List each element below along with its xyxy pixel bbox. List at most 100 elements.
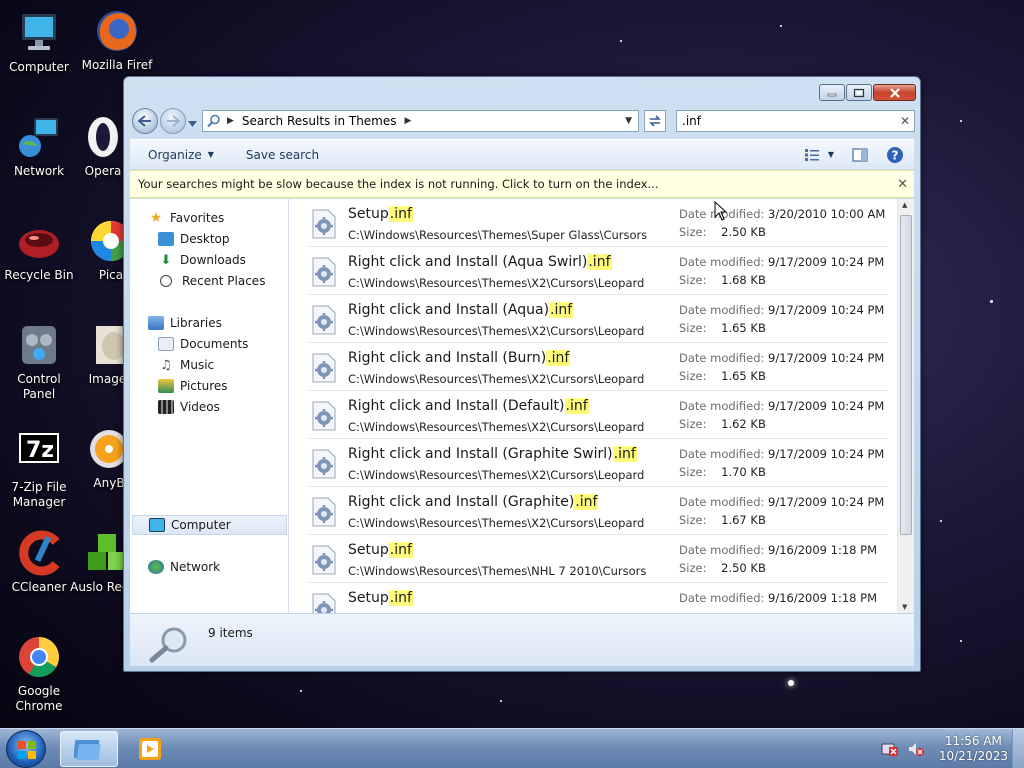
result-file-name[interactable]: Right click and Install (Burn).inf <box>348 350 571 366</box>
setup-information-file-icon <box>310 305 338 335</box>
search-result-row[interactable]: Right click and Install (Graphite Swirl)… <box>308 439 888 487</box>
back-button[interactable] <box>132 108 158 134</box>
desktop-icon-ccleaner[interactable]: CCleaner <box>0 530 78 595</box>
clock-time: 11:56 AM <box>944 734 1002 748</box>
result-file-name[interactable]: Right click and Install (Graphite Swirl)… <box>348 446 637 462</box>
explorer-window[interactable]: ▶ Search Results in Themes ▶ ▼ ✕ Organiz… <box>123 76 921 672</box>
date-modified-label: Date modified: <box>679 591 765 605</box>
nav-desktop[interactable]: Desktop <box>158 229 230 249</box>
chevron-down-icon[interactable]: ▼ <box>828 150 834 159</box>
result-file-name[interactable]: Right click and Install (Aqua).inf <box>348 302 574 318</box>
search-result-row[interactable]: Setup.inf C:\Windows\Resources\Themes\Sup… <box>308 199 888 247</box>
desktop-icon-recycle-bin[interactable]: Recycle Bin <box>0 218 78 283</box>
address-bar[interactable]: ▶ Search Results in Themes ▶ ▼ <box>202 110 639 132</box>
save-search-button[interactable]: Save search <box>234 143 331 167</box>
nav-label: Favorites <box>170 211 225 225</box>
desktop-icon-firefox[interactable]: Mozilla Firef <box>78 8 156 73</box>
start-button[interactable] <box>6 730 46 768</box>
search-box[interactable]: ✕ <box>676 110 915 132</box>
command-bar: Organize ▼ Save search ▼ ? <box>130 139 914 169</box>
result-file-name[interactable]: Setup.inf <box>348 542 413 558</box>
breadcrumb-separator-icon[interactable]: ▶ <box>405 116 412 126</box>
preview-pane-button[interactable] <box>852 147 868 162</box>
desktop-icon-chrome[interactable]: Google Chrome <box>0 634 78 714</box>
result-size: Size: 1.65 KB <box>679 321 766 335</box>
desktop-icon-control-panel[interactable]: Control Panel <box>0 322 78 402</box>
file-extension-highlight: .inf <box>549 302 574 318</box>
clear-search-icon[interactable]: ✕ <box>896 114 914 128</box>
nav-libraries[interactable]: Libraries <box>148 313 222 333</box>
result-file-name[interactable]: Right click and Install (Graphite).inf <box>348 494 599 510</box>
file-name-base: Right click and Install (Aqua Swirl) <box>348 254 588 270</box>
mouse-cursor <box>714 200 728 224</box>
volume-muted-icon[interactable] <box>907 741 925 757</box>
views-icon <box>804 148 819 161</box>
result-file-name[interactable]: Setup.inf <box>348 590 413 606</box>
nav-videos[interactable]: Videos <box>158 397 220 417</box>
address-history-dropdown[interactable]: ▼ <box>625 116 632 126</box>
refresh-button[interactable] <box>644 110 666 132</box>
folder-icon <box>74 740 101 760</box>
close-icon[interactable]: ✕ <box>897 177 908 192</box>
file-name-base: Setup <box>348 542 389 558</box>
star <box>788 680 794 686</box>
forward-button[interactable] <box>160 108 186 134</box>
search-result-row[interactable]: Right click and Install (Burn).inf C:\Win… <box>308 343 888 391</box>
result-date-modified: Date modified: 9/17/2009 10:24 PM <box>679 303 884 317</box>
search-result-row[interactable]: Right click and Install (Default).inf C:\… <box>308 391 888 439</box>
result-file-name[interactable]: Setup.inf <box>348 206 413 222</box>
result-file-path: C:\Windows\Resources\Themes\X2\Cursors\L… <box>348 516 645 530</box>
index-warning-bar[interactable]: Your searches might be slow because the … <box>130 170 914 198</box>
nav-favorites[interactable]: ★ Favorites <box>148 208 225 228</box>
result-file-name[interactable]: Right click and Install (Default).inf <box>348 398 589 414</box>
nav-network[interactable]: Network <box>148 557 220 577</box>
windows-logo-icon <box>18 741 36 759</box>
desktop-icon-label: Mozilla Firef <box>81 58 153 72</box>
action-center-icon[interactable] <box>881 741 899 757</box>
result-file-path: C:\Windows\Resources\Themes\X2\Cursors\L… <box>348 324 645 338</box>
breadcrumb-search-results[interactable]: Search Results in Themes <box>242 114 397 128</box>
file-extension-highlight: .inf <box>388 542 413 558</box>
taskbar-explorer[interactable] <box>60 731 118 767</box>
taskbar-clock[interactable]: 11:56 AM 10/21/2023 <box>939 734 1008 764</box>
search-result-row[interactable]: Setup.inf Date modified: 9/16/2009 1:18 P… <box>308 583 888 613</box>
scroll-down-arrow[interactable]: ▼ <box>902 603 907 611</box>
date-modified-label: Date modified: <box>679 303 765 317</box>
desktop-icon-computer[interactable]: Computer <box>0 10 78 75</box>
nav-recent-places[interactable]: Recent Places <box>158 271 265 291</box>
vertical-scrollbar[interactable]: ▲ ▼ <box>897 199 914 613</box>
taskbar-media-player[interactable] <box>124 731 176 767</box>
search-result-row[interactable]: Right click and Install (Graphite).inf C:… <box>308 487 888 535</box>
nav-computer[interactable]: Computer <box>132 515 287 535</box>
search-result-row[interactable]: Right click and Install (Aqua).inf C:\Win… <box>308 295 888 343</box>
date-modified-label: Date modified: <box>679 399 765 413</box>
file-extension-highlight: .inf <box>587 254 612 270</box>
svg-text:7z: 7z <box>26 438 54 463</box>
show-desktop-button[interactable] <box>1012 729 1024 768</box>
search-result-row[interactable]: Setup.inf C:\Windows\Resources\Themes\NHL… <box>308 535 888 583</box>
scrollbar-thumb[interactable] <box>900 215 912 535</box>
nav-downloads[interactable]: ⬇ Downloads <box>158 250 246 270</box>
minimize-button[interactable] <box>819 84 845 101</box>
organize-button[interactable]: Organize ▼ <box>130 143 226 167</box>
size-value: 1.65 KB <box>721 369 766 383</box>
nav-documents[interactable]: Documents <box>158 334 248 354</box>
result-size: Size: 2.50 KB <box>679 225 766 239</box>
search-input[interactable] <box>682 114 896 128</box>
index-warning-message[interactable]: Your searches might be slow because the … <box>138 177 658 191</box>
size-value: 1.68 KB <box>721 273 766 287</box>
breadcrumb-separator-icon[interactable]: ▶ <box>227 116 234 126</box>
help-button[interactable]: ? <box>886 146 904 164</box>
recent-pages-dropdown[interactable] <box>188 116 198 127</box>
desktop-icon-7zip[interactable]: 7z 7-Zip File Manager <box>0 430 78 510</box>
media-player-icon <box>139 738 161 760</box>
search-result-row[interactable]: Right click and Install (Aqua Swirl).inf… <box>308 247 888 295</box>
result-file-name[interactable]: Right click and Install (Aqua Swirl).inf <box>348 254 612 270</box>
help-icon: ? <box>887 146 903 163</box>
nav-pictures[interactable]: Pictures <box>158 376 228 396</box>
close-button[interactable] <box>873 84 916 101</box>
views-button[interactable]: ▼ <box>804 148 852 162</box>
scroll-up-arrow[interactable]: ▲ <box>902 201 907 209</box>
maximize-button[interactable] <box>846 84 872 101</box>
nav-music[interactable]: ♫ Music <box>158 355 214 375</box>
